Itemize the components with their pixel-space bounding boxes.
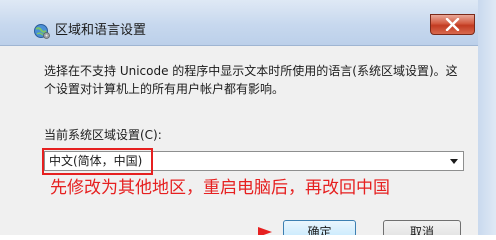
red-arrow-icon <box>258 227 272 235</box>
annotation-text: 先修改为其他地区，重启电脑后，再改回中国 <box>50 178 390 198</box>
window-frame-edge <box>478 0 496 235</box>
close-button[interactable] <box>430 14 475 35</box>
cancel-button[interactable]: 取消 <box>383 220 461 235</box>
system-locale-value: 中文(简体，中国) <box>49 154 143 168</box>
region-language-dialog: 区域和语言设置 选择在不支持 Unicode 的程序中显示文本时所使用的语言(系… <box>0 0 496 235</box>
title-bar[interactable]: 区域和语言设置 <box>0 0 496 46</box>
window-title: 区域和语言设置 <box>55 23 147 38</box>
description-text: 选择在不支持 Unicode 的程序中显示文本时所使用的语言(系统区域设置)。这… <box>44 64 458 96</box>
system-locale-label: 当前系统区域设置(C): <box>44 128 162 142</box>
system-locale-dropdown[interactable]: 中文(简体，中国) <box>44 151 464 171</box>
ok-button[interactable]: 确定 <box>283 220 356 235</box>
chevron-down-icon <box>450 159 458 164</box>
globe-settings-icon <box>33 22 51 40</box>
close-icon <box>445 18 460 31</box>
